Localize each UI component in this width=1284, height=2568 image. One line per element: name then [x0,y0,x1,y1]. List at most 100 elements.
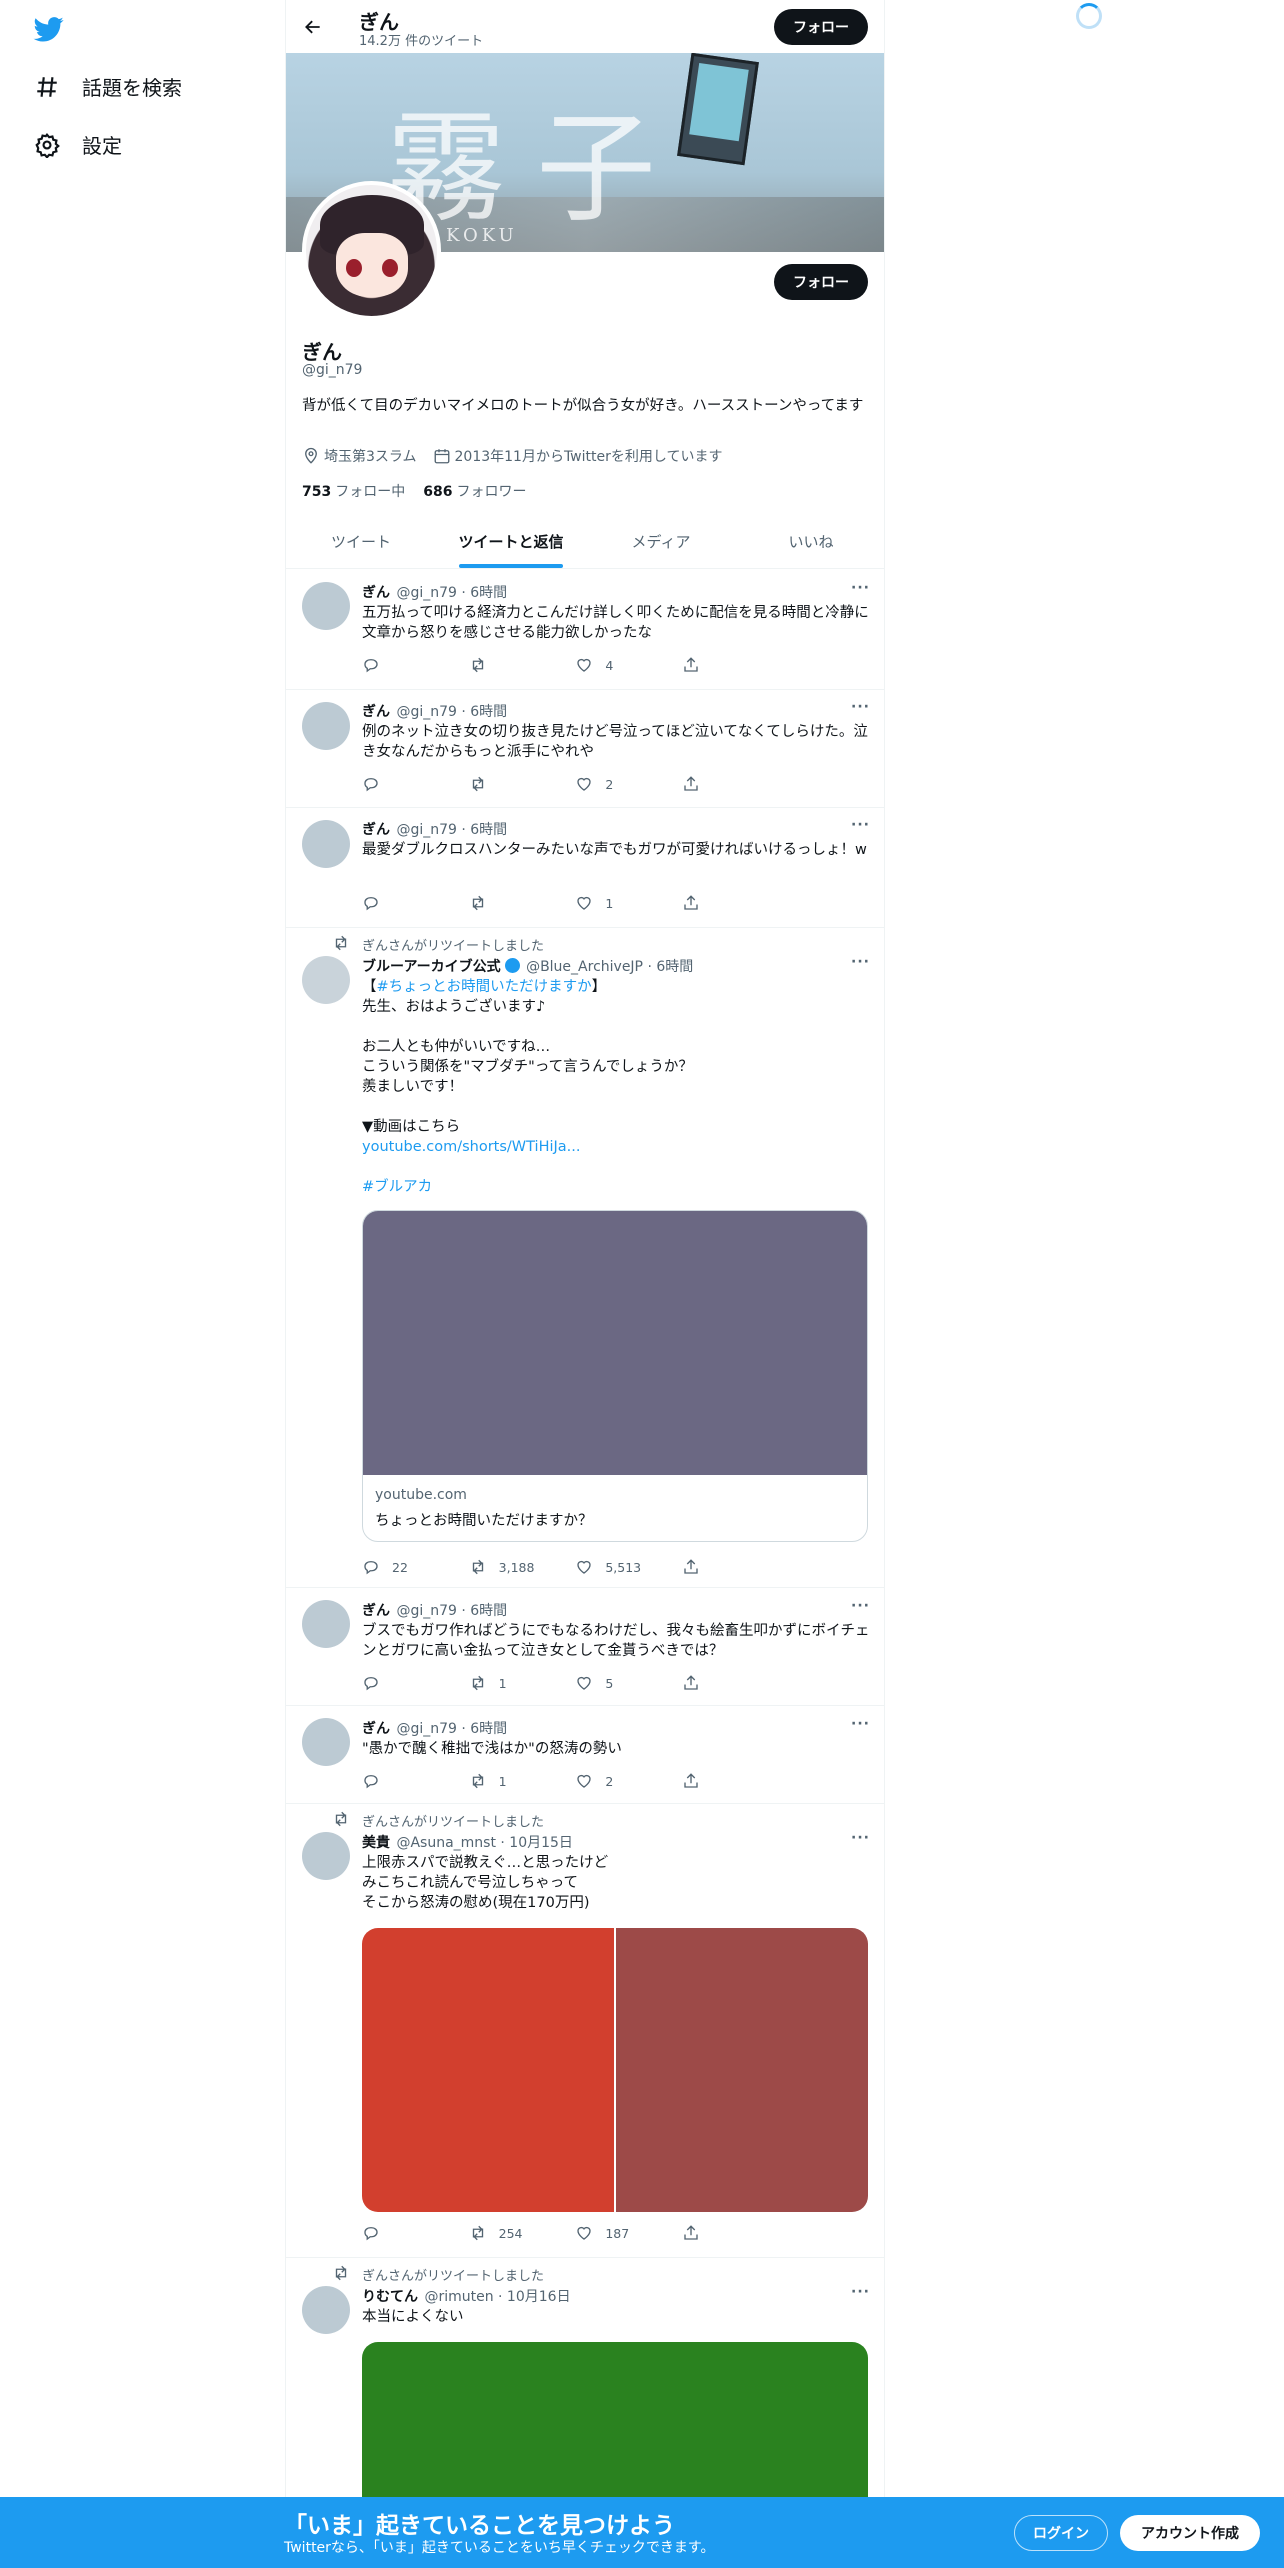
more-options-icon[interactable]: ··· [851,817,870,833]
tweet-author-name[interactable]: ブルーアーカイブ公式 [362,959,501,975]
tweet-avatar[interactable] [302,1832,350,1880]
like-button[interactable]: 1 [575,894,675,912]
like-button[interactable]: 5,513 [575,1558,675,1576]
tweet-actions: 254 187 [362,2224,782,2242]
tweet-author-name[interactable]: ぎん [362,704,390,720]
tab-likes[interactable]: いいね [736,516,884,568]
profile-meta: 埼玉第3スラム 2013年11月からTwitterを利用しています [302,446,722,466]
tweet-text: 先生、おはようございます♪ お二人とも仲がいいですね… こういう関係を"マブダチ… [362,999,693,1135]
more-options-icon[interactable]: ··· [851,580,870,596]
retweet-count: 3,188 [498,1559,535,1575]
share-button[interactable] [682,1674,782,1692]
more-options-icon[interactable]: ··· [851,1830,870,1846]
reply-button[interactable]: 22 [362,1558,462,1576]
reply-button[interactable] [362,894,462,912]
tweet-avatar[interactable] [302,582,350,630]
nav-explore[interactable]: 話題を検索 [34,72,182,101]
followers-link[interactable]: 686 フォロワー [423,481,526,501]
reply-button[interactable] [362,2224,462,2242]
tweet-item[interactable]: ぎん @gi_n79 · 6時間 ··· ブスでもガワ作ればどうにでもなるわけだ… [286,1588,884,1706]
retweet-button[interactable] [469,894,569,912]
like-button[interactable]: 5 [575,1674,675,1692]
tab-tweets[interactable]: ツイート [286,516,436,568]
share-button[interactable] [682,775,782,793]
login-button[interactable]: ログイン [1014,2515,1108,2551]
retweeted-by-label[interactable]: ぎんさんがリツイートしました [362,935,544,954]
create-account-button[interactable]: アカウント作成 [1120,2515,1260,2551]
reply-button[interactable] [362,656,462,674]
hashtag-link[interactable]: #ブルアカ [362,1177,872,1197]
profile-follow-button[interactable]: フォロー [774,264,868,300]
tweet-actions: 1 2 [362,1772,782,1790]
bracket-open: 【 [362,979,377,995]
more-options-icon[interactable]: ··· [851,1598,870,1614]
retweeted-by-label[interactable]: ぎんさんがリツイートしました [362,2265,544,2284]
tweet-author-name[interactable]: ぎん [362,1603,390,1619]
tweet-url-link[interactable]: youtube.com/shorts/WTiHiJa... [362,1137,872,1157]
tweet-media-grid[interactable] [362,1928,868,2212]
share-button[interactable] [682,2224,782,2242]
signup-banner: 「いま」起きていることを見つけよう Twitterなら、「いま」起きていることを… [0,2497,1284,2568]
retweet-button[interactable]: 3,188 [469,1558,569,1576]
more-options-icon[interactable]: ··· [851,1716,870,1732]
reply-icon [364,2227,378,2241]
tweet-item[interactable]: ぎん @gi_n79 · 6時間 ··· 例のネット泣き女の切り抜き見たけど号泣… [286,690,884,808]
more-options-icon[interactable]: ··· [851,954,870,970]
more-options-icon[interactable]: ··· [851,699,870,715]
more-options-icon[interactable]: ··· [851,2284,870,2300]
like-button[interactable]: 4 [575,656,675,674]
retweet-button[interactable]: 1 [469,1674,569,1692]
share-button[interactable] [682,894,782,912]
twitter-bird-icon[interactable] [32,14,66,44]
tweet-avatar[interactable] [302,2286,350,2334]
tweet-author-name[interactable]: 美貴 [362,1835,390,1851]
tweet-item[interactable]: ぎんさんがリツイートしました ブルーアーカイブ公式 @Blue_ArchiveJ… [286,928,884,1588]
tweet-avatar[interactable] [302,702,350,750]
link-preview-card[interactable]: youtube.com ちょっとお時間いただけますか？ [362,1210,868,1542]
share-button[interactable] [682,1558,782,1576]
retweet-button[interactable]: 1 [469,1772,569,1790]
tweet-item[interactable]: ぎん @gi_n79 · 6時間 ··· 最愛ダブルクロスハンターみたいな声でも… [286,808,884,928]
tweet-item[interactable]: ぎんさんがリツイートしました 美貴 @Asuna_mnst · 10月15日 ·… [286,1804,884,2258]
tweet-meta: @Blue_ArchiveJP · 6時間 [526,959,694,975]
tweet-avatar[interactable] [302,1718,350,1766]
tweet-author-name[interactable]: ぎん [362,585,390,601]
tweet-media-image[interactable] [616,1928,868,2212]
tab-tweets-and-replies[interactable]: ツイートと返信 [436,516,586,568]
tweet-author-name[interactable]: りむてん [362,2289,418,2305]
like-button[interactable]: 2 [575,775,675,793]
back-arrow-icon[interactable] [300,14,326,40]
like-count: 2 [605,776,614,792]
tweet-avatar[interactable] [302,956,350,1004]
tweet-hashtag-line: 【#ちょっとお時間いただけますか】 [362,977,872,997]
reply-button[interactable] [362,775,462,793]
profile-avatar[interactable] [302,181,441,320]
tweet-media-image[interactable] [362,1928,614,2212]
tweet-item[interactable]: ぎん @gi_n79 · 6時間 ··· "愚かで醜く稚拙で浅はか"の怒涛の勢い… [286,1706,884,1804]
tweet-author-name[interactable]: ぎん [362,822,390,838]
reply-button[interactable] [362,1674,462,1692]
retweet-button[interactable] [469,775,569,793]
tab-media[interactable]: メディア [586,516,736,568]
tweet-header: ぎん @gi_n79 · 6時間 [362,582,507,602]
tweet-avatar[interactable] [302,1600,350,1648]
tweet-author-name[interactable]: ぎん [362,1721,390,1737]
reply-button[interactable] [362,1772,462,1790]
retweet-button[interactable] [469,656,569,674]
following-link[interactable]: 753 フォロー中 [302,481,405,501]
hashtag-link[interactable]: #ちょっとお時間いただけますか [377,979,592,995]
tweet-avatar[interactable] [302,820,350,868]
like-button[interactable]: 2 [575,1772,675,1790]
nav-settings[interactable]: 設定 [34,130,122,159]
header-follow-button[interactable]: フォロー [774,9,868,45]
profile-joined-date: 2013年11月からTwitterを利用しています [454,449,723,465]
tweet-item[interactable]: ぎん @gi_n79 · 6時間 ··· 五万払って叩ける経済力とこんだけ詳しく… [286,570,884,690]
like-button[interactable]: 187 [575,2224,675,2242]
retweeted-by-label[interactable]: ぎんさんがリツイートしました [362,1811,544,1830]
reply-icon [364,1677,378,1691]
retweet-button[interactable]: 254 [469,2224,569,2242]
share-button[interactable] [682,1772,782,1790]
reply-icon [364,1775,378,1789]
tweet-meta: @rimuten · 10月16日 [424,2289,571,2305]
share-button[interactable] [682,656,782,674]
